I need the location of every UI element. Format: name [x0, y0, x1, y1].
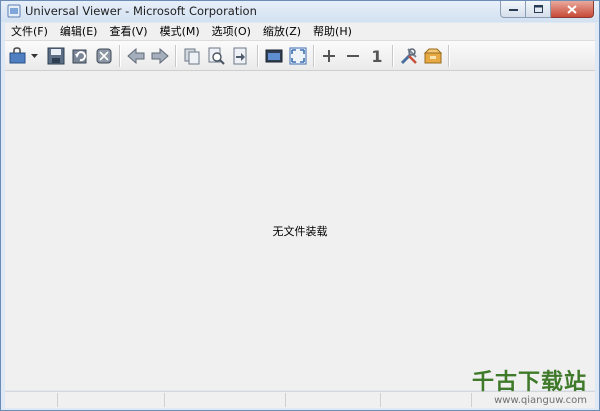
reload-icon — [72, 49, 87, 64]
zoom-out-button[interactable] — [342, 45, 364, 67]
menu-options[interactable]: 选项(O) — [206, 23, 257, 40]
status-pane — [286, 393, 381, 407]
find-button[interactable] — [205, 45, 227, 67]
save-icon — [47, 47, 65, 65]
open-button[interactable] — [7, 45, 29, 67]
fullscreen-icon — [289, 47, 307, 65]
export-icon — [233, 47, 247, 65]
watermark: 千古下载站 www.qianguw.com — [471, 370, 587, 407]
window-icon — [265, 49, 283, 63]
open-dropdown-button[interactable] — [29, 45, 39, 67]
menu-help[interactable]: 帮助(H) — [307, 23, 358, 40]
empty-message: 无文件装载 — [272, 225, 328, 238]
app-window: Universal Viewer - Microsoft Corporation… — [0, 0, 600, 411]
open-folder-icon — [9, 47, 26, 64]
minimize-icon — [508, 9, 518, 11]
status-pane — [165, 393, 286, 407]
back-arrow-icon — [127, 48, 145, 64]
minimize-button[interactable] — [500, 1, 526, 18]
close-button[interactable] — [551, 1, 594, 18]
close-icon — [567, 4, 577, 14]
menu-mode[interactable]: 模式(M) — [154, 23, 206, 40]
toolbar-separator — [448, 45, 449, 67]
tools-button[interactable] — [398, 45, 420, 67]
maximize-icon — [533, 5, 543, 13]
menu-view[interactable]: 查看(V) — [103, 23, 153, 40]
menu-edit[interactable]: 编辑(E) — [54, 23, 104, 40]
zoom-in-icon — [323, 50, 335, 62]
window-title: Universal Viewer - Microsoft Corporation — [25, 4, 257, 18]
menu-bar: 文件(F) 编辑(E) 查看(V) 模式(M) 选项(O) 缩放(Z) 帮助(H… — [5, 23, 595, 41]
app-icon — [7, 4, 21, 18]
title-bar[interactable]: Universal Viewer - Microsoft Corporation — [1, 1, 599, 22]
actual-size-button[interactable]: 1 — [366, 45, 388, 67]
menu-zoom[interactable]: 缩放(Z) — [257, 23, 307, 40]
toolbar-separator — [313, 45, 314, 67]
copy-icon — [184, 48, 200, 65]
caption-buttons — [500, 1, 594, 19]
window-mode-button[interactable] — [263, 45, 285, 67]
toolbar-separator — [392, 45, 393, 67]
status-pane — [5, 393, 58, 407]
toolbar: 1 — [5, 41, 595, 71]
save-button[interactable] — [45, 45, 67, 67]
package-button[interactable] — [422, 45, 444, 67]
forward-arrow-icon — [151, 48, 169, 64]
export-button[interactable] — [229, 45, 251, 67]
tools-icon — [400, 48, 417, 65]
forward-button[interactable] — [149, 45, 171, 67]
status-pane — [381, 393, 472, 407]
maximize-button[interactable] — [526, 1, 551, 18]
fullscreen-button[interactable] — [287, 45, 309, 67]
toolbar-separator — [257, 45, 258, 67]
actual-size-icon: 1 — [371, 46, 383, 66]
viewer-area[interactable]: 无文件装载 — [5, 71, 595, 390]
toolbar-separator — [175, 45, 176, 67]
back-button[interactable] — [125, 45, 147, 67]
toolbar-separator — [119, 45, 120, 67]
menu-file[interactable]: 文件(F) — [5, 23, 54, 40]
find-icon — [208, 47, 225, 65]
status-pane — [58, 393, 165, 407]
dropdown-arrow-icon — [30, 54, 38, 58]
watermark-url: www.qianguw.com — [494, 395, 587, 406]
reload-button[interactable] — [69, 45, 91, 67]
package-icon — [423, 48, 443, 64]
watermark-title: 千古下载站 — [471, 370, 587, 395]
zoom-out-icon — [347, 55, 359, 57]
copy-button[interactable] — [181, 45, 203, 67]
zoom-in-button[interactable] — [318, 45, 340, 67]
delete-button[interactable] — [93, 45, 115, 67]
delete-icon — [96, 48, 112, 64]
